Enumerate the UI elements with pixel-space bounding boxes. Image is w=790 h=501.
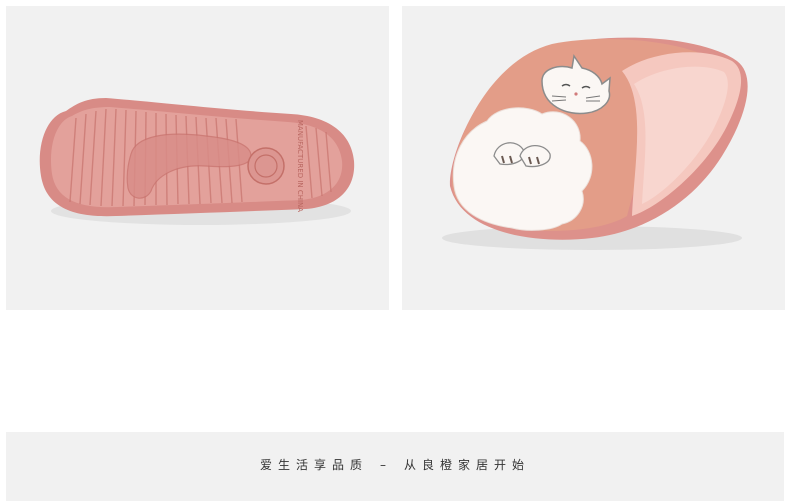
upper-photo (402, 6, 785, 310)
brand-logo-icon (247, 147, 285, 185)
product-detail-page: MANUFACTURED IN CHINA 爱生活享品质 – 从良橙家居开始 (0, 0, 790, 501)
slogan-banner: 爱生活享品质 – 从良橙家居开始 (6, 432, 784, 501)
slogan-right: 从良橙家居开始 (404, 458, 531, 472)
slogan-separator: – (380, 458, 392, 472)
sole-imprint-text: MANUFACTURED IN CHINA (296, 120, 304, 212)
slogan-text: 爱生活享品质 – 从良橙家居开始 (6, 456, 784, 473)
slogan-left: 爱生活享品质 (259, 458, 368, 472)
slipper-top-image (402, 6, 785, 310)
slipper-sole-image: MANUFACTURED IN CHINA (6, 6, 389, 310)
sole-photo: MANUFACTURED IN CHINA (6, 6, 389, 310)
